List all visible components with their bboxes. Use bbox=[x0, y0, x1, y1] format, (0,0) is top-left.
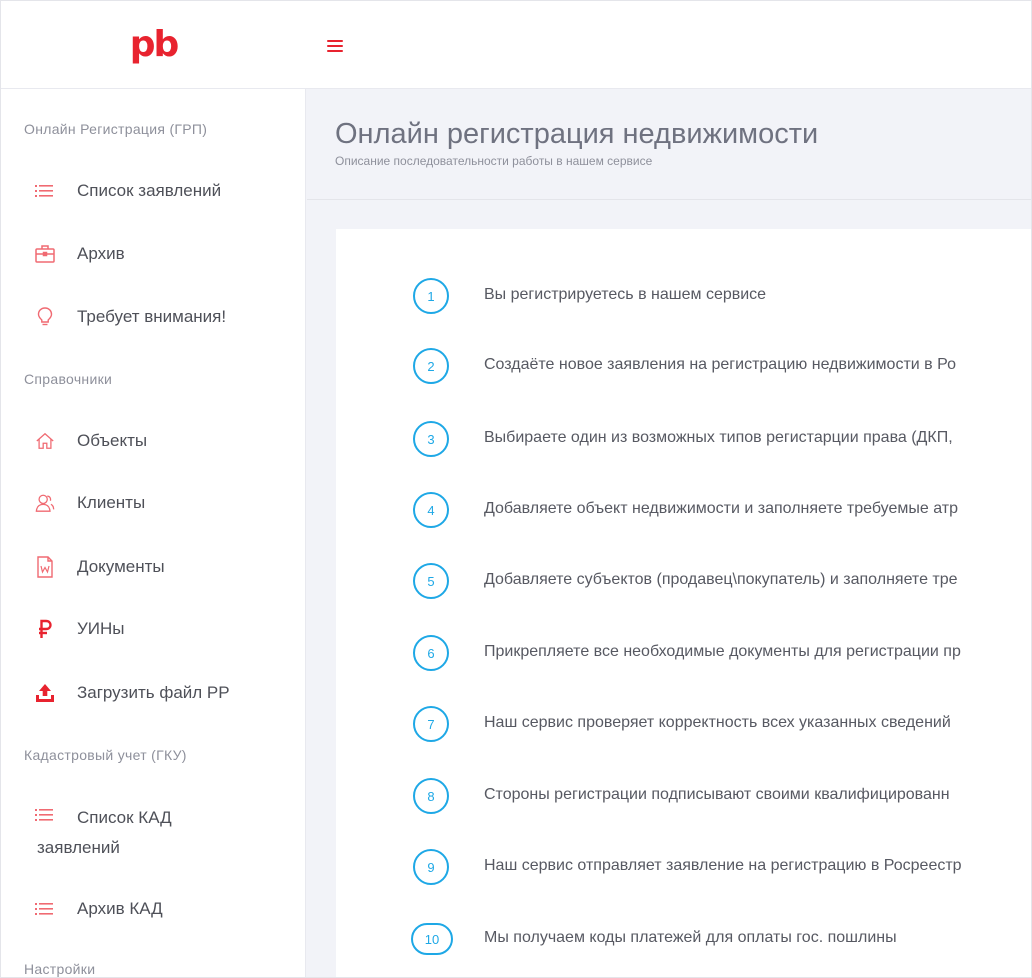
sidebar-section-title: Справочники bbox=[24, 371, 113, 387]
step-item: 6 Прикрепляете все необходимые документы… bbox=[413, 635, 1031, 675]
step-item: 2 Создаёте новое заявления на регистраци… bbox=[413, 348, 1031, 388]
sidebar-section-title: Настройки bbox=[24, 961, 96, 977]
subheader: Онлайн регистрация недвижимости Описание… bbox=[307, 90, 1031, 200]
step-text: Вы регистрируетесь в нашем сервисе bbox=[484, 286, 767, 303]
step-text: Наш сервис проверяет корректность всех у… bbox=[484, 714, 951, 731]
step-text: Добавляете объект недвижимости и заполня… bbox=[484, 500, 959, 517]
sidebar-item-archive[interactable]: Архив bbox=[1, 232, 305, 276]
sidebar-item-kad-applications[interactable]: Список КАД заявлений bbox=[1, 793, 305, 863]
step-number-badge: 5 bbox=[413, 563, 449, 599]
step-item: 5 Добавляете субъектов (продавец\покупат… bbox=[413, 563, 1031, 603]
logo[interactable]: pb bbox=[130, 27, 180, 63]
sidebar-item-label: Требует внимания! bbox=[77, 307, 227, 326]
step-text: Мы получаем коды платежей для оплаты гос… bbox=[484, 929, 897, 946]
sidebar-item-label: Загрузить файл РР bbox=[77, 683, 230, 702]
word-document-icon bbox=[35, 556, 55, 578]
app-window: pb Онлайн Регистрация (ГРП) Список заявл… bbox=[0, 0, 1032, 978]
sidebar-item-attention[interactable]: Требует внимания! bbox=[1, 295, 305, 339]
step-number-badge: 7 bbox=[413, 706, 449, 742]
list-icon bbox=[35, 899, 55, 919]
sidebar-item-label: Список заявлений bbox=[77, 181, 222, 200]
users-icon bbox=[35, 493, 55, 513]
brand-area: pb bbox=[1, 1, 306, 89]
step-item: 1 Вы регистрируетесь в нашем сервисе bbox=[413, 278, 1031, 318]
sidebar-item-label: УИНы bbox=[77, 619, 125, 638]
step-text: Добавляете субъектов (продавец\покупател… bbox=[484, 571, 958, 588]
sidebar-item-label: Список КАД заявлений bbox=[37, 808, 172, 857]
step-number-badge: 9 bbox=[413, 849, 449, 885]
sidebar-item-upload-file[interactable]: Загрузить файл РР bbox=[1, 671, 305, 715]
page-title: Онлайн регистрация недвижимости bbox=[335, 118, 819, 150]
sidebar-item-uins[interactable]: УИНы bbox=[1, 607, 305, 651]
step-text: Выбираете один из возможных типов регист… bbox=[484, 429, 953, 446]
ruble-icon bbox=[35, 619, 55, 639]
home-icon bbox=[35, 431, 55, 451]
step-number-badge: 3 bbox=[413, 421, 449, 457]
sidebar-item-label: Объекты bbox=[77, 431, 148, 450]
step-number-badge: 6 bbox=[413, 635, 449, 671]
step-item: 7 Наш сервис проверяет корректность всех… bbox=[413, 706, 1031, 746]
sidebar-section-title: Кадастровый учет (ГКУ) bbox=[24, 747, 187, 763]
top-header: pb bbox=[1, 1, 1031, 89]
step-number-badge: 4 bbox=[413, 492, 449, 528]
sidebar-item-label: Документы bbox=[77, 557, 165, 576]
upload-icon bbox=[35, 683, 55, 703]
step-number-badge: 8 bbox=[413, 778, 449, 814]
sidebar-item-label: Клиенты bbox=[77, 493, 146, 512]
steps-card: 1 Вы регистрируетесь в нашем сервисе 2 С… bbox=[336, 229, 1031, 977]
sidebar-section-title: Онлайн Регистрация (ГРП) bbox=[24, 121, 208, 137]
step-text: Прикрепляете все необходимые документы д… bbox=[484, 643, 961, 660]
sidebar-item-documents[interactable]: Документы bbox=[1, 545, 305, 589]
step-item: 9 Наш сервис отправляет заявление на рег… bbox=[413, 849, 1031, 889]
step-text: Стороны регистрации подписывают своими к… bbox=[484, 786, 950, 803]
step-item: 3 Выбираете один из возможных типов реги… bbox=[413, 421, 1031, 461]
lightbulb-icon bbox=[35, 307, 55, 327]
sidebar-item-label: Архив КАД bbox=[77, 899, 163, 918]
step-text: Создаёте новое заявления на регистрацию … bbox=[484, 356, 956, 373]
page-subtitle: Описание последовательности работы в наш… bbox=[335, 154, 653, 168]
step-number-badge: 10 bbox=[411, 923, 453, 955]
step-text: Наш сервис отправляет заявление на регис… bbox=[484, 857, 962, 874]
sidebar-item-kad-archive[interactable]: Архив КАД bbox=[1, 887, 305, 931]
sidebar-item-objects[interactable]: Объекты bbox=[1, 419, 305, 463]
step-number-badge: 2 bbox=[413, 348, 449, 384]
sidebar-item-applications-list[interactable]: Список заявлений bbox=[1, 169, 305, 213]
sidebar: Онлайн Регистрация (ГРП) Список заявлени… bbox=[1, 89, 306, 977]
sidebar-item-label: Архив bbox=[77, 244, 125, 263]
list-icon bbox=[35, 181, 55, 201]
step-item: 8 Стороны регистрации подписывают своими… bbox=[413, 778, 1031, 818]
hamburger-menu-icon[interactable] bbox=[327, 37, 345, 53]
archive-box-icon bbox=[35, 244, 55, 264]
sidebar-item-clients[interactable]: Клиенты bbox=[1, 481, 305, 525]
step-item: 4 Добавляете объект недвижимости и запол… bbox=[413, 492, 1031, 532]
step-number-badge: 1 bbox=[413, 278, 449, 314]
step-item: 10 Мы получаем коды платежей для оплаты … bbox=[411, 921, 1031, 961]
